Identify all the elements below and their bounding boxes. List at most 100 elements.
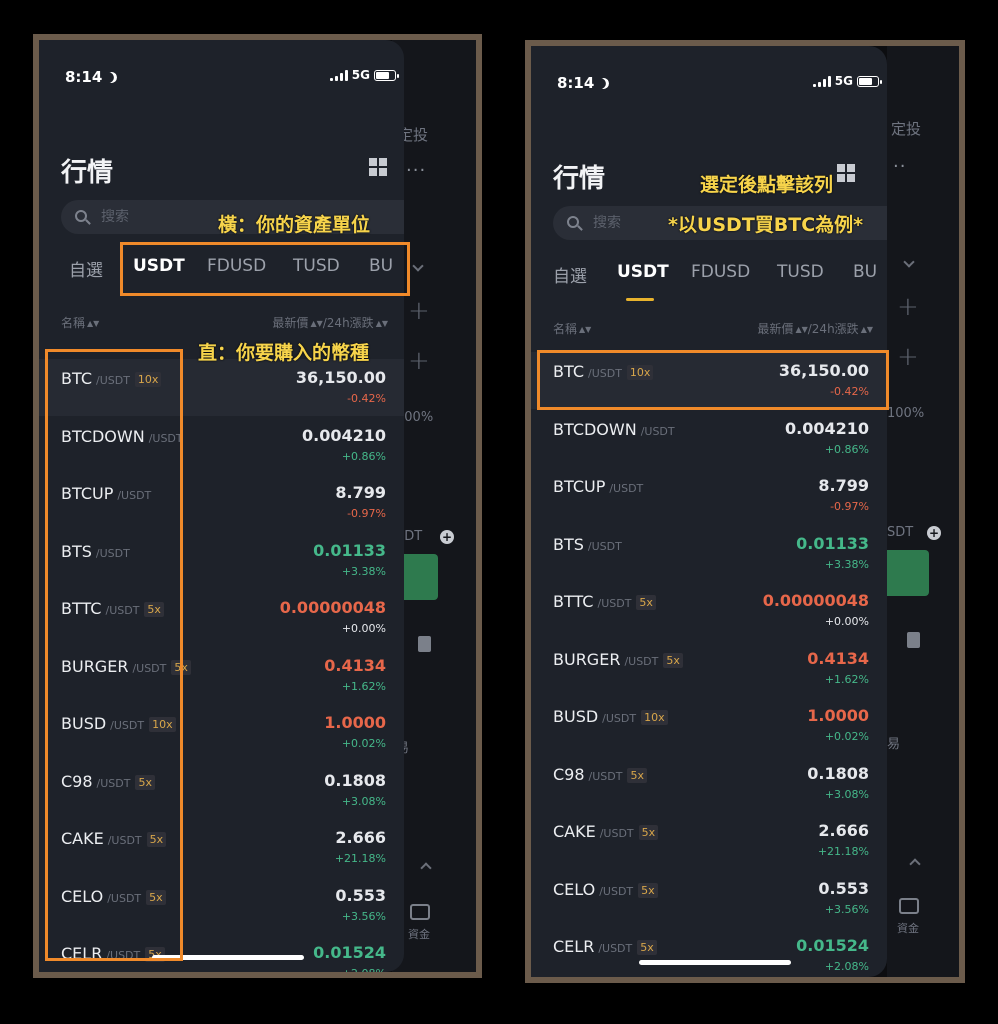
network-label: 5G (834, 74, 853, 88)
annotation-asset-unit: 橫：你的資產單位 (218, 214, 371, 236)
market-row-busd[interactable]: BUSD/USDT 10x 1.0000 +0.02% (531, 697, 887, 754)
last-price: 0.1808 (807, 763, 869, 783)
tab-usdt[interactable]: USDT (617, 262, 669, 282)
page-title: 行情 (553, 164, 606, 194)
last-price: 0.01524 (796, 936, 869, 955)
quote-unit: /USDT (640, 424, 675, 438)
leverage-badge: 5x (638, 825, 659, 840)
sort-icon: ▲▼ (860, 325, 873, 334)
chevron-up-icon (420, 862, 432, 874)
wallet-icon (899, 898, 919, 914)
column-header-name[interactable]: 名稱 ▲▼ (61, 314, 99, 331)
last-price: 2.666 (818, 821, 869, 840)
market-row-burger[interactable]: BURGER/USDT 5x 0.4134 +1.62% (531, 640, 887, 697)
annotation-click-row: 選定後點擊該列 (700, 174, 834, 196)
change-24h: +3.56% (824, 902, 869, 916)
network-label: 5G (351, 68, 370, 82)
wallet-icon (410, 904, 430, 920)
tab-tusd[interactable]: TUSD (777, 262, 824, 282)
last-price: 0.553 (818, 878, 869, 898)
quote-unit: /USDT (587, 539, 622, 553)
signal-icon (329, 69, 348, 81)
status-indicators: 5G (329, 68, 399, 82)
background-trade-page: 定投 ··· + + 100% SDT + 易 資金 (392, 40, 476, 972)
active-tab-underline (626, 298, 654, 301)
last-price: 0.01133 (796, 533, 869, 553)
market-row-c98[interactable]: C98/USDT 5x 0.1808 +3.08% (531, 755, 887, 812)
market-row-bts[interactable]: BTS/USDT 0.01133 +3.38% (531, 525, 887, 582)
funds-label: 資金 (897, 922, 919, 935)
grid-view-icon[interactable] (369, 158, 387, 176)
change-24h: +1.62% (341, 679, 386, 693)
tab-bu[interactable]: BU (853, 262, 877, 282)
last-price: 0.00000048 (762, 591, 869, 610)
status-indicators: 5G (812, 74, 882, 88)
change-24h: +0.86% (341, 449, 386, 463)
trade-label: 易 (887, 737, 901, 752)
column-header-price[interactable]: 最新價 ▲▼/24h漲跌 ▲▼ (757, 320, 873, 337)
symbol-name: BTCDOWN/USDT (553, 419, 675, 439)
sort-icon: ▲▼ (795, 325, 808, 334)
leverage-badge: 5x (636, 595, 656, 610)
market-row-celr[interactable]: CELR/USDT5x0.01524+2.08% (531, 927, 887, 977)
change-24h: +21.18% (334, 852, 386, 865)
last-price: 0.1808 (324, 770, 386, 790)
change-24h: -0.97% (347, 507, 386, 520)
tab-自選[interactable]: 自選 (69, 256, 103, 281)
moon-icon (105, 70, 119, 84)
change-24h: -0.42% (347, 392, 386, 405)
quote-unit: /USDT (609, 482, 644, 495)
last-price: 0.01133 (313, 540, 386, 560)
add-circle-icon: + (927, 526, 941, 540)
quote-unit: /USDT (588, 769, 623, 783)
quote-unit: /USDT (624, 654, 659, 668)
market-row-celo[interactable]: CELO/USDT 5x 0.553 +3.56% (531, 870, 887, 927)
status-bar: 8:14 5G (557, 74, 882, 94)
last-price: 1.0000 (324, 713, 386, 732)
sort-icon: ▲▼ (579, 325, 592, 334)
market-row-bttc[interactable]: BTTC/USDT 5x 0.00000048 +0.00% (531, 582, 887, 639)
change-24h: +0.00% (341, 622, 386, 635)
plus-icon: + (408, 296, 430, 326)
quote-unit: /USDT (598, 942, 633, 955)
change-24h: +3.08% (341, 794, 386, 808)
sort-icon: ▲▼ (87, 319, 100, 328)
page-title: 行情 (61, 158, 114, 188)
leverage-badge: 5x (638, 882, 658, 898)
column-header-name[interactable]: 名稱 ▲▼ (553, 320, 591, 337)
plus-icon: + (408, 346, 430, 376)
more-icon: ··· (406, 160, 427, 181)
symbol-name: C98/USDT 5x (553, 765, 647, 784)
market-row-btcdown[interactable]: BTCDOWN/USDT 0.004210 +0.86% (531, 410, 887, 467)
last-price: 8.799 (335, 483, 386, 502)
signal-icon (812, 75, 831, 87)
status-bar: 8:14 5G (65, 68, 399, 88)
symbol-name: BURGER/USDT 5x (553, 650, 683, 669)
document-icon (418, 636, 431, 652)
last-price: 0.004210 (301, 425, 386, 445)
background-trade-page: 定投 ·· + + 100% SDT + 易 資金 (887, 46, 959, 977)
percent-label: 100% (887, 406, 925, 421)
change-24h: +2.08% (342, 967, 386, 972)
last-price: 0.01524 (313, 943, 386, 962)
change-24h: +3.38% (824, 557, 869, 571)
more-icon: ·· (893, 156, 907, 177)
tab-自選[interactable]: 自選 (553, 262, 587, 287)
dropdown-icon (412, 260, 424, 272)
column-header-price[interactable]: 最新價 ▲▼/24h漲跌 ▲▼ (272, 314, 388, 331)
search-icon (567, 216, 579, 228)
buy-button (887, 550, 929, 596)
tab-fdusd[interactable]: FDUSD (691, 262, 750, 282)
change-24h: +0.86% (824, 442, 869, 456)
leverage-badge: 10x (641, 710, 668, 725)
change-24h: +0.02% (341, 737, 386, 750)
last-price: 0.00000048 (279, 598, 386, 617)
change-24h: +0.00% (824, 615, 869, 628)
battery-icon (374, 69, 399, 81)
moon-icon (597, 76, 611, 90)
grid-view-icon[interactable] (837, 164, 855, 182)
market-row-cake[interactable]: CAKE/USDT 5x 2.666 +21.18% (531, 812, 887, 869)
market-row-btcup[interactable]: BTCUP/USDT 8.799 -0.97% (531, 467, 887, 524)
last-price: 1.0000 (807, 706, 869, 725)
tab-highlight-box (120, 242, 410, 296)
